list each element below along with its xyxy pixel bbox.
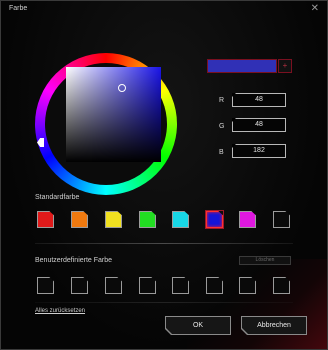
red-field[interactable]: 48 — [232, 93, 286, 107]
blue-label: B — [219, 149, 224, 156]
sv-cursor-icon[interactable] — [118, 84, 126, 92]
selected-swatch-frame — [205, 210, 224, 229]
color-preview — [207, 59, 277, 73]
custom-swatch-slot[interactable] — [206, 277, 223, 294]
add-color-button[interactable]: + — [278, 59, 292, 73]
clear-button[interactable]: Löschen — [239, 256, 291, 265]
custom-colors-heading: Benutzerdefinierte Farbe — [35, 257, 113, 264]
custom-swatch-slot[interactable] — [239, 277, 256, 294]
saturation-value-box[interactable] — [66, 67, 161, 162]
custom-swatch-slot[interactable] — [71, 277, 88, 294]
swatch-red[interactable] — [37, 211, 54, 228]
custom-swatch-slot[interactable] — [172, 277, 189, 294]
custom-swatch-slot[interactable] — [139, 277, 156, 294]
color-dialog: Farbe ✕ + R 48 G 48 B 182 Standardfarbe … — [0, 0, 328, 350]
divider — [35, 302, 293, 303]
green-label: G — [219, 123, 225, 130]
swatch-magenta[interactable] — [239, 211, 256, 228]
custom-swatch-slot[interactable] — [37, 277, 54, 294]
red-label: R — [219, 97, 225, 104]
standard-colors-heading: Standardfarbe — [35, 194, 80, 201]
dialog-title: Farbe — [9, 5, 28, 12]
reset-all-link[interactable]: Alles zurücksetzen — [35, 308, 85, 314]
cancel-button[interactable]: Abbrechen — [241, 316, 307, 335]
custom-swatch-slot[interactable] — [105, 277, 122, 294]
divider — [35, 243, 293, 244]
green-field[interactable]: 48 — [232, 118, 286, 132]
swatch-green[interactable] — [139, 211, 156, 228]
swatch-cyan[interactable] — [172, 211, 189, 228]
swatch-orange[interactable] — [71, 211, 88, 228]
swatch-black[interactable] — [273, 211, 290, 228]
custom-swatch-slot[interactable] — [273, 277, 290, 294]
ok-button[interactable]: OK — [165, 316, 231, 335]
blue-field[interactable]: 182 — [232, 144, 286, 158]
close-icon[interactable]: ✕ — [311, 4, 319, 14]
swatch-yellow[interactable] — [105, 211, 122, 228]
